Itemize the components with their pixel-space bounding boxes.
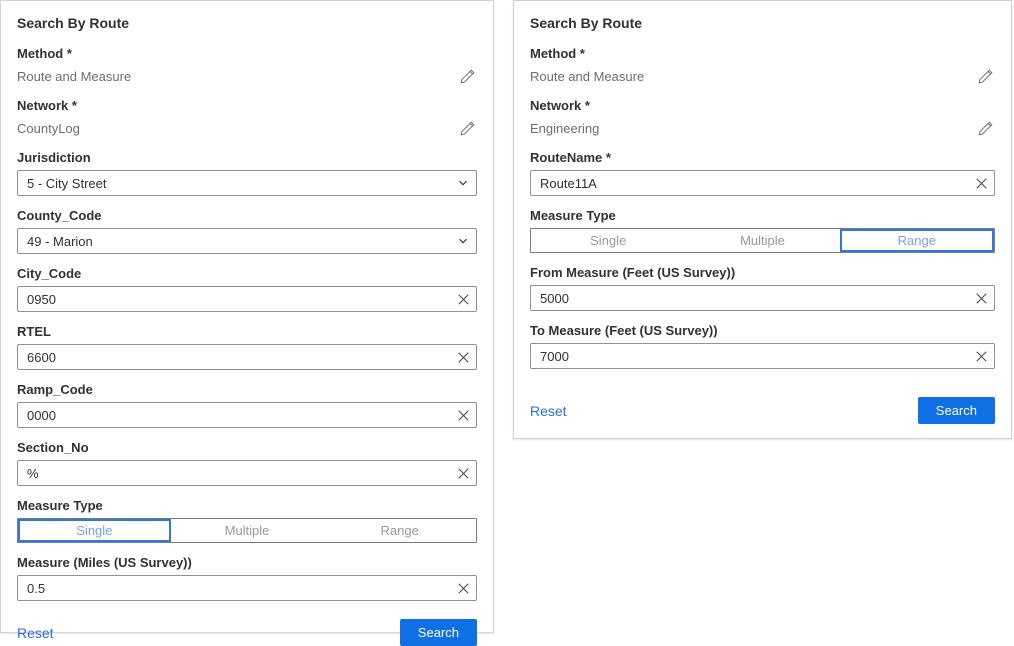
city-code-input[interactable] [18,287,450,311]
county-code-selected-value: 49 - Marion [18,234,450,249]
search-by-route-panel-right: Search By Route Method * Route and Measu… [513,0,1012,439]
network-field: Network * CountyLog [17,98,477,138]
measure-type-segmented-control: Single Multiple Range [17,518,477,543]
method-value: Route and Measure [530,69,644,84]
city-code-label: City_Code [17,266,477,281]
section-no-label: Section_No [17,440,477,455]
x-icon [975,350,988,363]
measure-label: Measure (Miles (US Survey)) [17,555,477,570]
x-icon [975,177,988,190]
network-value: CountyLog [17,121,80,136]
measure-type-segment-single[interactable]: Single [531,229,685,252]
method-edit-button[interactable] [459,67,477,85]
section-no-clear-button[interactable] [450,461,476,485]
panel-footer: Reset Search [17,613,477,646]
x-icon [975,292,988,305]
search-button[interactable]: Search [400,619,477,646]
method-field: Method * Route and Measure [17,46,477,86]
measure-type-field: Measure Type Single Multiple Range [17,498,477,543]
pencil-icon [978,120,994,136]
method-label: Method * [17,46,477,61]
rtel-field: RTEL [17,324,477,370]
x-icon [457,351,470,364]
from-measure-label: From Measure (Feet (US Survey)) [530,265,995,280]
measure-type-segment-multiple[interactable]: Multiple [171,519,324,542]
from-measure-input[interactable] [531,286,968,310]
x-icon [457,293,470,306]
jurisdiction-selected-value: 5 - City Street [18,176,450,191]
method-label: Method * [530,46,995,61]
to-measure-label: To Measure (Feet (US Survey)) [530,323,995,338]
chevron-down-icon [450,229,476,253]
x-icon [457,582,470,595]
ramp-code-field: Ramp_Code [17,382,477,428]
network-label: Network * [17,98,477,113]
network-edit-button[interactable] [459,119,477,137]
section-no-field: Section_No [17,440,477,486]
route-name-field: RouteName * [530,150,995,196]
pencil-icon [460,120,476,136]
x-icon [457,467,470,480]
to-measure-clear-button[interactable] [968,344,994,368]
from-measure-clear-button[interactable] [968,286,994,310]
city-code-field: City_Code [17,266,477,312]
jurisdiction-select[interactable]: 5 - City Street [17,170,477,196]
reset-link[interactable]: Reset [530,403,567,419]
county-code-field: County_Code 49 - Marion [17,208,477,254]
measure-type-segment-single[interactable]: Single [18,519,171,542]
to-measure-input[interactable] [531,344,968,368]
route-name-input[interactable] [531,171,968,195]
pencil-icon [460,68,476,84]
panel-footer: Reset Search [530,391,995,424]
network-field: Network * Engineering [530,98,995,138]
jurisdiction-label: Jurisdiction [17,150,477,165]
rtel-input[interactable] [18,345,450,369]
x-icon [457,409,470,422]
rtel-label: RTEL [17,324,477,339]
county-code-label: County_Code [17,208,477,223]
measure-field: Measure (Miles (US Survey)) [17,555,477,601]
panel-title: Search By Route [17,15,477,31]
search-button[interactable]: Search [918,397,995,424]
rtel-clear-button[interactable] [450,345,476,369]
measure-type-field: Measure Type Single Multiple Range [530,208,995,253]
route-name-clear-button[interactable] [968,171,994,195]
pencil-icon [978,68,994,84]
measure-type-label: Measure Type [530,208,995,223]
jurisdiction-field: Jurisdiction 5 - City Street [17,150,477,196]
ramp-code-input[interactable] [18,403,450,427]
measure-type-label: Measure Type [17,498,477,513]
to-measure-field: To Measure (Feet (US Survey)) [530,323,995,369]
panels-container: Search By Route Method * Route and Measu… [0,0,1014,633]
measure-type-segment-range[interactable]: Range [840,229,994,252]
network-value: Engineering [530,121,599,136]
search-by-route-panel-left: Search By Route Method * Route and Measu… [0,0,494,633]
section-no-input[interactable] [18,461,450,485]
ramp-code-label: Ramp_Code [17,382,477,397]
city-code-clear-button[interactable] [450,287,476,311]
measure-clear-button[interactable] [450,576,476,600]
measure-type-segmented-control: Single Multiple Range [530,228,995,253]
reset-link[interactable]: Reset [17,625,54,641]
measure-type-segment-range[interactable]: Range [323,519,476,542]
from-measure-field: From Measure (Feet (US Survey)) [530,265,995,311]
measure-type-segment-multiple[interactable]: Multiple [685,229,839,252]
method-field: Method * Route and Measure [530,46,995,86]
county-code-select[interactable]: 49 - Marion [17,228,477,254]
method-value: Route and Measure [17,69,131,84]
network-edit-button[interactable] [977,119,995,137]
ramp-code-clear-button[interactable] [450,403,476,427]
route-name-label: RouteName * [530,150,995,165]
chevron-down-icon [450,171,476,195]
panel-title: Search By Route [530,15,995,31]
network-label: Network * [530,98,995,113]
method-edit-button[interactable] [977,67,995,85]
measure-input[interactable] [18,576,450,600]
